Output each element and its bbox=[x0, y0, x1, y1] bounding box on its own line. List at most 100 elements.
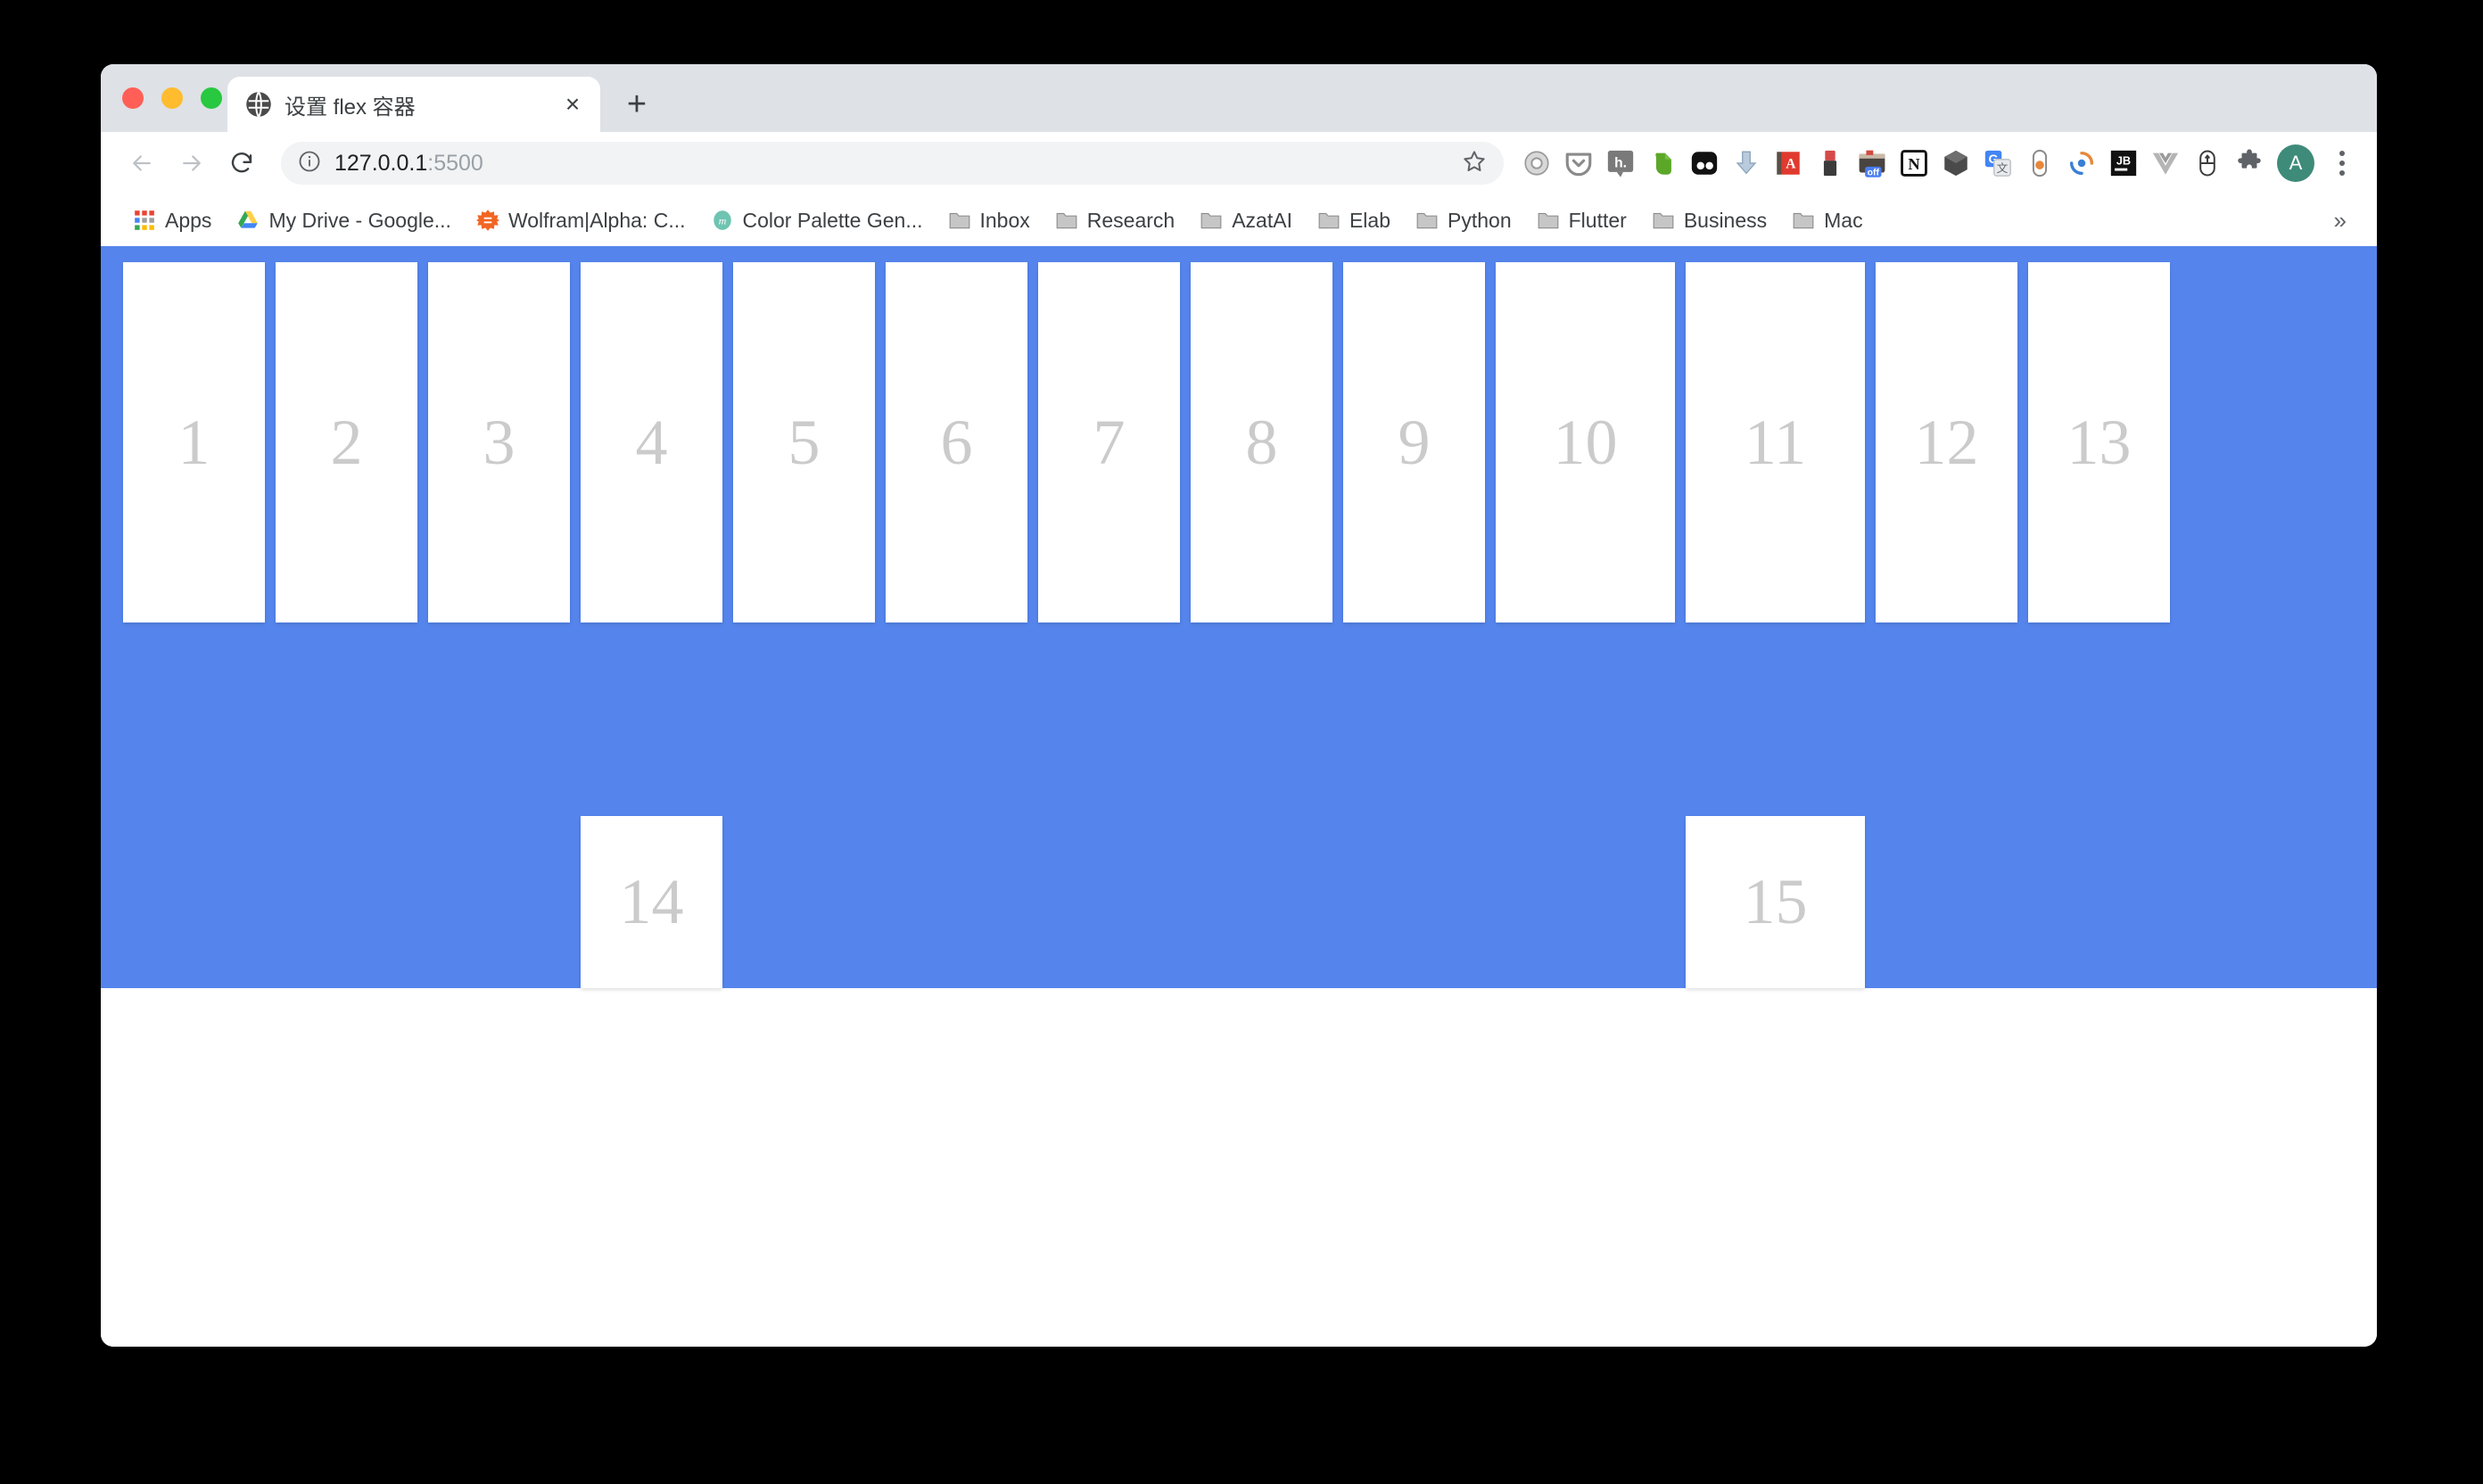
bookmark-label: Python bbox=[1448, 208, 1512, 232]
new-tab-button[interactable]: + bbox=[611, 78, 663, 130]
traffic-lights bbox=[122, 87, 222, 109]
pocket-extension-icon[interactable] bbox=[1563, 148, 1594, 178]
flex-item: 3 bbox=[428, 262, 570, 622]
url-host: 127.0.0.1 bbox=[334, 150, 428, 176]
download-extension-icon[interactable] bbox=[1731, 148, 1761, 178]
avatar[interactable]: A bbox=[2277, 144, 2314, 182]
bookmark-label: Elab bbox=[1349, 208, 1391, 232]
dictionary-extension-icon[interactable]: A bbox=[1773, 148, 1803, 178]
bookmark-folder-inbox[interactable]: Inbox bbox=[937, 203, 1041, 238]
flex-item: 13 bbox=[2028, 262, 2170, 622]
page-content: 1 2 3 4 5 6 7 8 9 10 11 12 13 14 15 bbox=[101, 246, 2377, 1347]
svg-text:N: N bbox=[1908, 155, 1920, 173]
vue-extension-icon[interactable] bbox=[2150, 148, 2181, 178]
forward-icon[interactable] bbox=[170, 142, 213, 185]
star-icon[interactable] bbox=[1461, 148, 1488, 179]
sync-extension-icon[interactable] bbox=[2066, 148, 2097, 178]
flex-item: 6 bbox=[886, 262, 1027, 622]
extensions-row: h. A off N G 文 JB bbox=[1522, 148, 2264, 178]
tab-title: 设置 flex 容器 bbox=[285, 95, 416, 120]
tab-active[interactable]: 设置 flex 容器 × bbox=[227, 77, 600, 132]
jetbrains-extension-icon[interactable]: JB bbox=[2108, 148, 2139, 178]
bookmark-label: Mac bbox=[1824, 208, 1863, 232]
bookmark-label: Color Palette Gen... bbox=[742, 208, 923, 232]
bookmark-folder-flutter[interactable]: Flutter bbox=[1526, 203, 1637, 238]
gear-extension-icon[interactable] bbox=[1522, 148, 1552, 178]
globe-icon bbox=[245, 91, 272, 118]
bookmark-label: Inbox bbox=[979, 208, 1030, 232]
zoom-window-button[interactable] bbox=[201, 87, 222, 109]
folder-icon bbox=[1792, 209, 1815, 232]
bookmark-label: AzatAI bbox=[1232, 208, 1292, 232]
folder-icon bbox=[1415, 209, 1439, 232]
lipstick-extension-icon[interactable] bbox=[1815, 148, 1845, 178]
browser-window: 设置 flex 容器 × + 127.0.0.1:5500 h. A off N… bbox=[101, 64, 2377, 1347]
bookmark-label: Business bbox=[1683, 208, 1768, 232]
google-drive-icon bbox=[236, 209, 260, 232]
flex-container: 1 2 3 4 5 6 7 8 9 10 11 12 13 14 15 bbox=[101, 246, 2377, 988]
bookmark-label: Wolfram|Alpha: C... bbox=[507, 208, 686, 232]
flickr-extension-icon[interactable] bbox=[1689, 148, 1720, 178]
folder-icon bbox=[1537, 209, 1560, 232]
flex-item: 11 bbox=[1686, 262, 1865, 622]
flex-item: 12 bbox=[1876, 262, 2017, 622]
bookmark-label: Research bbox=[1086, 208, 1176, 232]
svg-text:off: off bbox=[1868, 169, 1880, 178]
bookmark-folder-elab[interactable]: Elab bbox=[1307, 203, 1401, 238]
mouse-extension-icon[interactable] bbox=[2192, 148, 2223, 178]
svg-text:JB: JB bbox=[2116, 153, 2131, 167]
svg-text:m: m bbox=[718, 214, 726, 227]
bookmark-label: Flutter bbox=[1568, 208, 1627, 232]
bookmark-folder-business[interactable]: Business bbox=[1641, 203, 1778, 238]
minimize-window-button[interactable] bbox=[161, 87, 183, 109]
close-icon[interactable]: × bbox=[557, 89, 588, 120]
flex-item: 9 bbox=[1343, 262, 1485, 622]
evernote-extension-icon[interactable] bbox=[1647, 148, 1678, 178]
info-circle-icon[interactable] bbox=[297, 149, 322, 178]
svg-text:文: 文 bbox=[1997, 161, 2009, 175]
bookmark-label: My Drive - Google... bbox=[268, 208, 451, 232]
bookmark-my-drive[interactable]: My Drive - Google... bbox=[226, 203, 462, 238]
address-bar[interactable]: 127.0.0.1:5500 bbox=[281, 142, 1504, 185]
folder-icon bbox=[948, 209, 971, 232]
hypothesis-extension-icon[interactable]: h. bbox=[1605, 148, 1636, 178]
toolbox-off-extension-icon[interactable]: off bbox=[1857, 148, 1887, 178]
flex-item: 5 bbox=[733, 262, 875, 622]
bookmarks-overflow-button[interactable]: » bbox=[2325, 207, 2355, 235]
capsule-extension-icon[interactable] bbox=[2025, 148, 2055, 178]
flex-item: 10 bbox=[1496, 262, 1675, 622]
svg-text:A: A bbox=[1786, 157, 1796, 172]
notion-extension-icon[interactable]: N bbox=[1899, 148, 1929, 178]
url-port: :5500 bbox=[427, 150, 483, 176]
reload-icon[interactable] bbox=[220, 142, 263, 185]
folder-icon bbox=[1055, 209, 1078, 232]
bookmark-folder-mac[interactable]: Mac bbox=[1781, 203, 1873, 238]
flex-item: 1 bbox=[123, 262, 265, 622]
flex-item: 8 bbox=[1191, 262, 1332, 622]
bookmark-wolfram-alpha[interactable]: Wolfram|Alpha: C... bbox=[466, 203, 697, 238]
flex-item: 2 bbox=[276, 262, 417, 622]
bookmark-folder-python[interactable]: Python bbox=[1405, 203, 1522, 238]
kebab-menu-icon[interactable] bbox=[2327, 145, 2357, 181]
apps-grid-icon bbox=[133, 209, 156, 232]
close-window-button[interactable] bbox=[122, 87, 144, 109]
bookmark-label: Apps bbox=[165, 208, 212, 232]
bookmark-color-palette[interactable]: m Color Palette Gen... bbox=[700, 203, 934, 238]
bookmarks-bar: Apps My Drive - Google... Wolfram|Alpha:… bbox=[101, 194, 2377, 246]
folder-icon bbox=[1200, 209, 1223, 232]
flex-item: 7 bbox=[1038, 262, 1180, 622]
address-bar-text: 127.0.0.1:5500 bbox=[334, 151, 483, 177]
coolors-icon: m bbox=[711, 209, 734, 232]
bookmark-folder-research[interactable]: Research bbox=[1044, 203, 1185, 238]
cube-extension-icon[interactable] bbox=[1941, 148, 1971, 178]
flex-item: 4 bbox=[581, 262, 722, 622]
google-translate-extension-icon[interactable]: G 文 bbox=[1983, 148, 2013, 178]
folder-icon bbox=[1652, 209, 1675, 232]
puzzle-extensions-icon[interactable] bbox=[2234, 148, 2264, 178]
bookmark-folder-azatai[interactable]: AzatAI bbox=[1189, 203, 1303, 238]
folder-icon bbox=[1317, 209, 1340, 232]
tab-strip: 设置 flex 容器 × + bbox=[101, 64, 2377, 132]
back-icon[interactable] bbox=[120, 142, 163, 185]
svg-text:h.: h. bbox=[1614, 155, 1627, 170]
bookmark-apps[interactable]: Apps bbox=[122, 203, 222, 238]
